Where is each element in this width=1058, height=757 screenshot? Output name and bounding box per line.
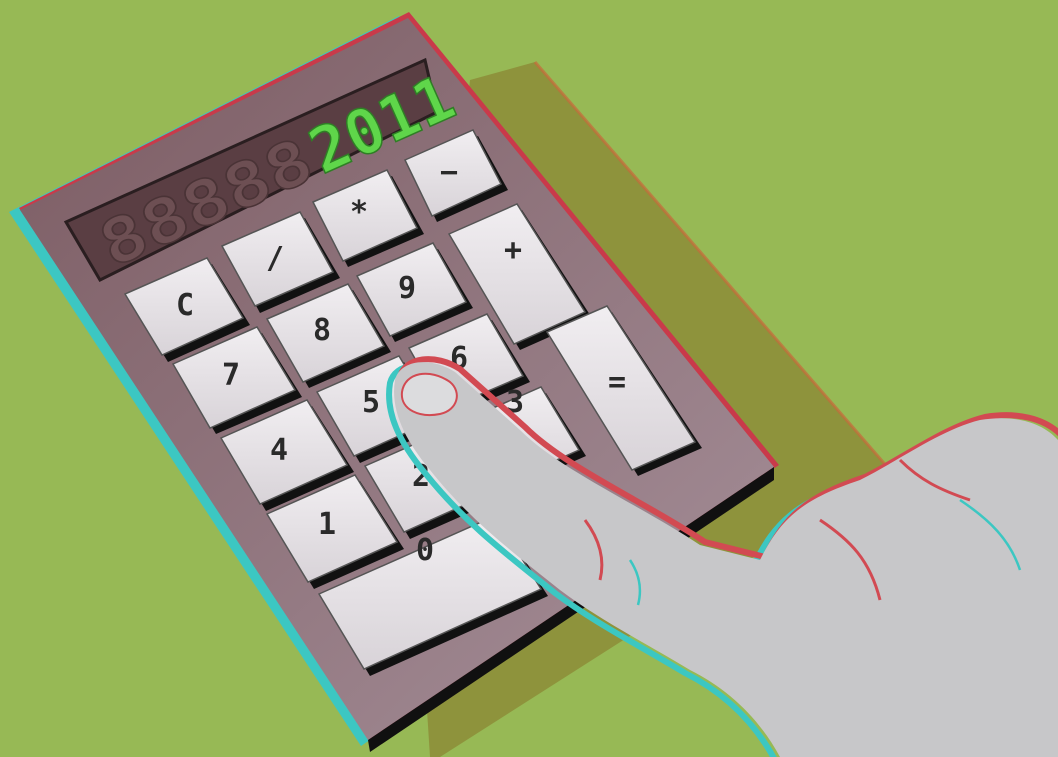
key-label-c: C xyxy=(176,288,194,323)
key-label-multiply: * xyxy=(350,195,368,230)
calculator-scene: 88888 2011 C / * − 7 8 9 + 4 5 6 = 1 2 3… xyxy=(9,12,1058,757)
key-label-nine: 9 xyxy=(398,271,416,306)
key-label-four: 4 xyxy=(270,433,288,468)
key-label-plus: + xyxy=(504,233,522,268)
key-label-minus: − xyxy=(440,155,458,190)
key-label-divide: / xyxy=(266,241,284,276)
key-label-seven: 7 xyxy=(222,358,240,393)
key-label-equals: = xyxy=(608,365,626,400)
key-label-one: 1 xyxy=(318,507,336,542)
key-label-zero: 0 xyxy=(416,533,434,568)
key-label-five: 5 xyxy=(362,385,380,420)
key-label-eight: 8 xyxy=(313,313,331,348)
